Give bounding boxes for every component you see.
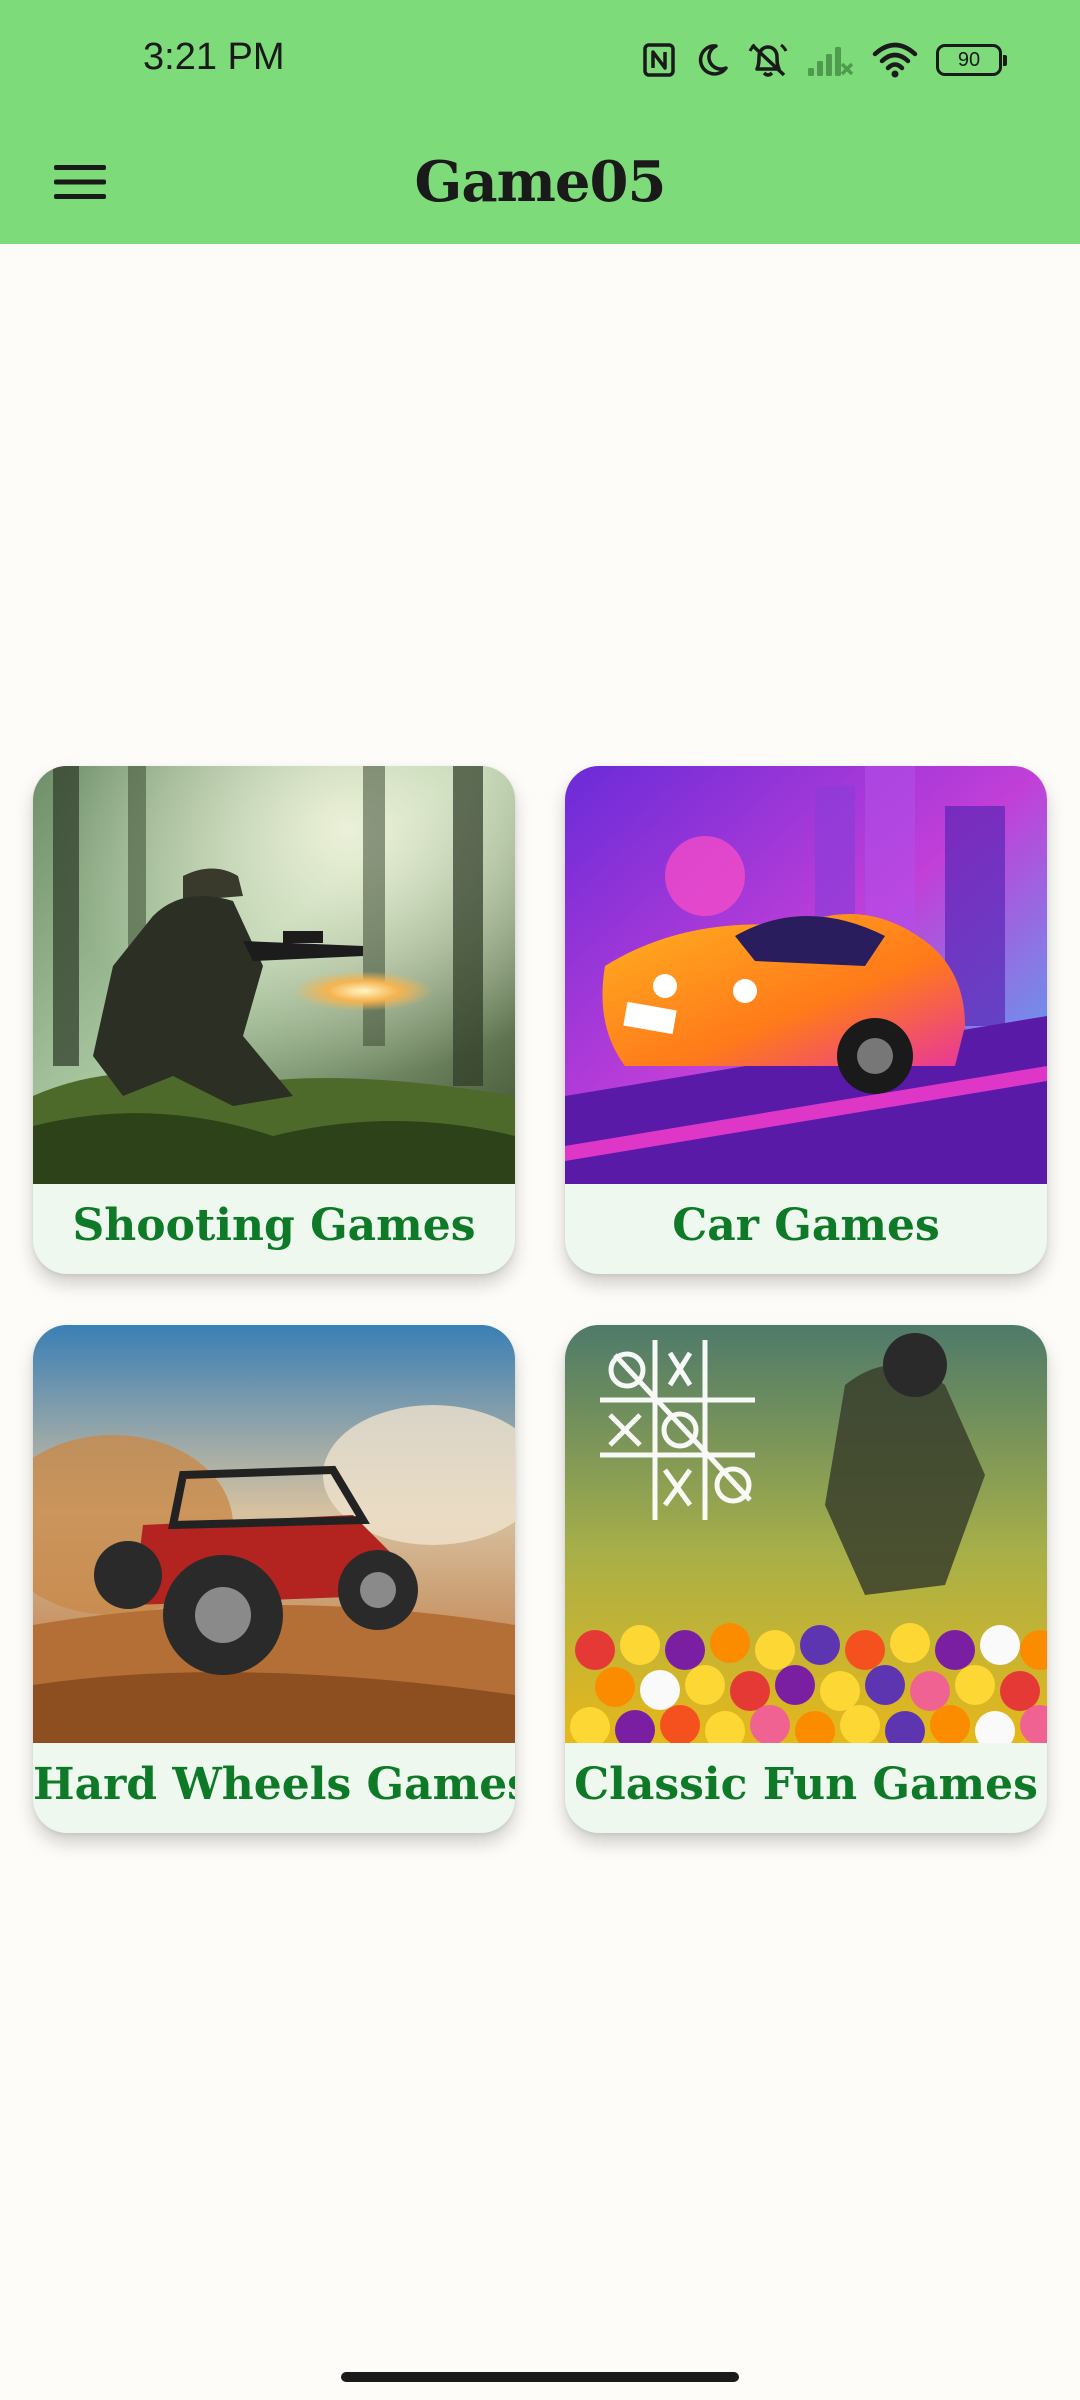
battery-icon: 90 — [936, 44, 1007, 76]
status-icons: 90 — [642, 38, 1007, 82]
card-label: Car Games — [672, 1200, 940, 1251]
app-title: Game05 — [414, 149, 667, 215]
battery-level: 90 — [957, 48, 981, 71]
bell-off-icon — [748, 41, 788, 79]
home-indicator[interactable] — [341, 2372, 739, 2382]
card-shooting-games[interactable]: Shooting Games — [33, 766, 515, 1274]
nfc-icon — [642, 42, 676, 78]
car-games-image — [565, 766, 1047, 1184]
hamburger-menu-icon — [54, 165, 106, 199]
moon-icon — [694, 42, 730, 78]
app-bar: Game05 — [0, 120, 1080, 244]
menu-button[interactable] — [40, 142, 120, 222]
hard-wheels-games-image — [33, 1325, 515, 1743]
card-hard-wheels-games[interactable]: Hard Wheels Games — [33, 1325, 515, 1833]
card-label: Classic Fun Games — [574, 1759, 1038, 1810]
card-label: Hard Wheels Games — [33, 1759, 515, 1810]
wifi-icon — [872, 42, 918, 78]
shooting-games-image — [33, 766, 515, 1184]
status-time: 3:21 PM — [143, 36, 285, 78]
signal-off-icon — [806, 42, 854, 78]
status-bar: 3:21 PM 90 — [0, 0, 1080, 120]
card-label: Shooting Games — [72, 1200, 476, 1251]
card-car-games[interactable]: Car Games — [565, 766, 1047, 1274]
classic-fun-games-image — [565, 1325, 1047, 1743]
card-classic-fun-games[interactable]: Classic Fun Games — [565, 1325, 1047, 1833]
